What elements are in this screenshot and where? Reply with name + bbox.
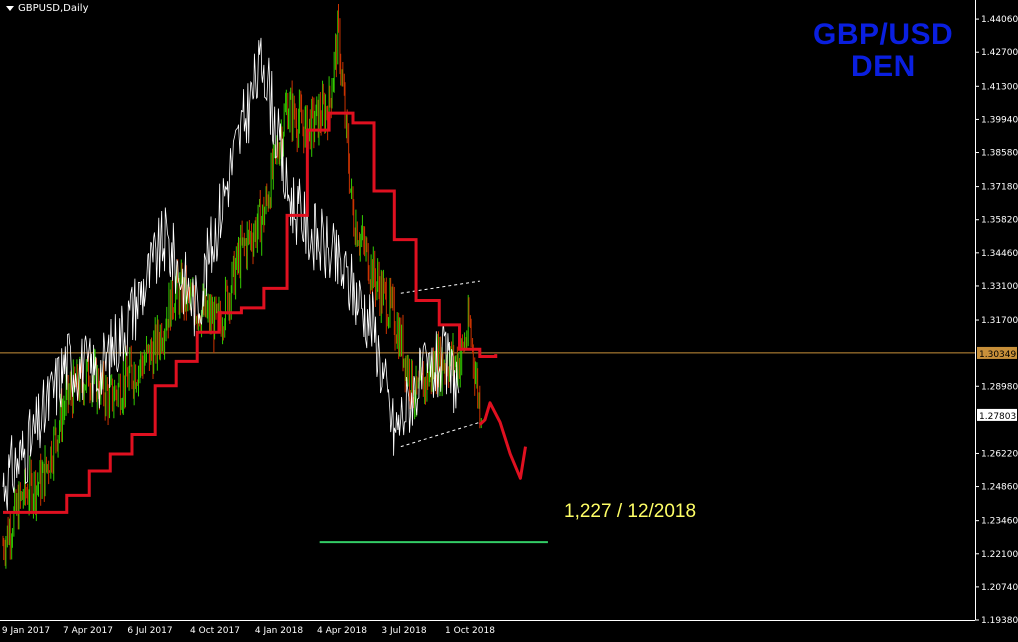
- y-tick-label: 1.22100: [981, 550, 1018, 560]
- x-tick-label: 1 Oct 2018: [445, 626, 495, 636]
- red-step-line: [3, 111, 498, 514]
- price-chart: 1.44060 1.42700 1.41300 1.39940 1.38580 1.371…: [0, 0, 1018, 636]
- x-tick-label: 7 Apr 2017: [63, 626, 113, 636]
- y-tick-label: 1.44060: [981, 15, 1018, 25]
- dropdown-triangle-icon[interactable]: [6, 5, 14, 11]
- x-tick-label: 6 Jul 2017: [127, 626, 172, 636]
- y-tick-label: 1.35820: [981, 216, 1018, 226]
- axes-layer: 1.44060 1.42700 1.41300 1.39940 1.38580 1.371…: [0, 0, 1018, 636]
- x-tick-label: 3 Jul 2018: [381, 626, 426, 636]
- y-tick-label: 1.28980: [981, 382, 1018, 392]
- symbol-label: GBPUSD,Daily: [6, 3, 89, 14]
- y-tick-label: 1.33100: [981, 282, 1018, 292]
- y-tick-label: 1.31700: [981, 316, 1018, 326]
- x-tick-label: 4 Jan 2018: [255, 626, 303, 636]
- x-tick-label: 9 Jan 2017: [2, 626, 50, 636]
- y-tick-label: 1.27803: [979, 412, 1016, 422]
- y-tick-label: 1.41300: [981, 82, 1018, 92]
- indicator-layer: [2, 37, 527, 514]
- y-tick-label: 1.38580: [981, 149, 1018, 159]
- direction-title: DEN: [851, 50, 916, 83]
- y-tick-label: 1.20740: [981, 583, 1018, 593]
- channel-lower-line: [400, 421, 480, 448]
- y-tick-label: 1.37180: [981, 183, 1018, 193]
- y-tick-label: 1.24860: [981, 483, 1018, 493]
- target-label: 1,227 / 12/2018: [564, 501, 697, 522]
- channel-upper-line: [400, 280, 480, 294]
- y-tick-label: 1.30349: [979, 350, 1016, 360]
- symbol-label-text: GBPUSD,Daily: [18, 3, 89, 14]
- x-tick-label: 4 Apr 2018: [317, 626, 367, 636]
- lagging-white-line: [2, 37, 460, 511]
- y-tick-label: 1.19380: [981, 616, 1018, 626]
- pair-title: GBP/USD: [813, 18, 954, 51]
- projection-path: [478, 401, 527, 480]
- candles-layer: [2, 3, 482, 569]
- y-tick-label: 1.34460: [981, 249, 1018, 259]
- y-tick-label: 1.39940: [981, 115, 1018, 125]
- x-tick-label: 4 Oct 2017: [190, 626, 240, 636]
- y-tick-label: 1.26220: [981, 449, 1018, 459]
- y-tick-label: 1.23460: [981, 517, 1018, 527]
- y-tick-label: 1.42700: [981, 48, 1018, 58]
